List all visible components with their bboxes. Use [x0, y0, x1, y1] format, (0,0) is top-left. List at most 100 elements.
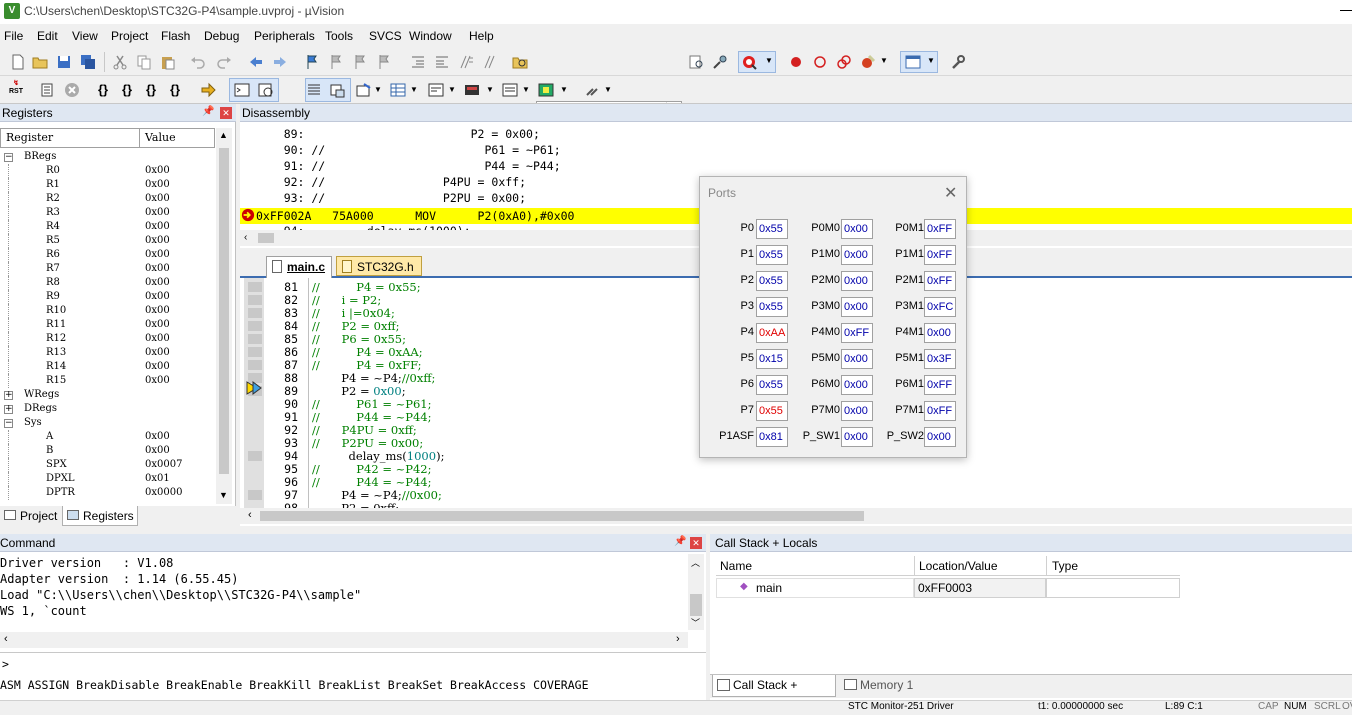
- close-icon[interactable]: ✕: [944, 183, 957, 203]
- serial-window-icon[interactable]: [464, 82, 480, 98]
- port-value-field[interactable]: 0x55: [756, 219, 788, 239]
- menu-help[interactable]: Help: [469, 29, 494, 43]
- port-value-field[interactable]: 0x00: [841, 375, 873, 395]
- chevron-down-icon[interactable]: ▼: [448, 85, 456, 94]
- code-line[interactable]: // i |=0x04;: [312, 306, 395, 320]
- menu-edit[interactable]: Edit: [37, 29, 58, 43]
- unindent-icon[interactable]: [434, 54, 450, 70]
- port-value-field[interactable]: 0xFF: [924, 245, 956, 265]
- bookmark-prev-icon[interactable]: [328, 54, 344, 70]
- port-value-field[interactable]: 0x55: [756, 401, 788, 421]
- port-value-field[interactable]: 0xFF: [924, 219, 956, 239]
- analysis-window-icon[interactable]: [502, 82, 518, 98]
- register-row[interactable]: R9 0x00: [0, 290, 216, 304]
- code-line[interactable]: delay_ms(1000);: [312, 449, 445, 463]
- code-line[interactable]: // P2 = 0xff;: [312, 319, 400, 333]
- location-column-header[interactable]: Location/Value: [919, 559, 998, 573]
- disassembly-line[interactable]: 89: P2 = 0x00;: [256, 126, 540, 142]
- port-value-field[interactable]: 0x81: [756, 427, 788, 447]
- type-column-header[interactable]: Type: [1052, 559, 1078, 573]
- command-window-icon[interactable]: [234, 82, 250, 98]
- tree-group-dregs_label[interactable]: + DRegs: [0, 402, 216, 416]
- register-row[interactable]: R6 0x00: [0, 248, 216, 262]
- tab-memory-1[interactable]: Memory 1: [840, 675, 920, 695]
- port-value-field[interactable]: 0x00: [841, 297, 873, 317]
- register-column-header[interactable]: Register: [0, 128, 140, 148]
- tab-callstack-locals[interactable]: Call Stack + Locals: [712, 675, 836, 712]
- scroll-left-icon[interactable]: ‹: [248, 509, 252, 521]
- register-row[interactable]: R8 0x00: [0, 276, 216, 290]
- tab-project[interactable]: Project: [0, 506, 62, 526]
- window-layout-button[interactable]: ▼: [900, 51, 938, 73]
- undo-icon[interactable]: [190, 54, 206, 70]
- register-row[interactable]: R3 0x00: [0, 206, 216, 220]
- code-line[interactable]: // P2PU = 0x00;: [312, 436, 423, 450]
- pin-icon[interactable]: 📌: [202, 106, 214, 117]
- tab-registers[interactable]: Registers: [62, 506, 138, 526]
- menu-debug[interactable]: Debug: [204, 29, 239, 43]
- port-value-field[interactable]: 0x15: [756, 349, 788, 369]
- port-value-field[interactable]: 0x55: [756, 375, 788, 395]
- find-icon[interactable]: [688, 54, 704, 70]
- menu-tools[interactable]: Tools: [325, 29, 353, 43]
- scroll-up-icon[interactable]: ︿: [691, 556, 700, 569]
- call-stack-window-icon[interactable]: [356, 82, 372, 98]
- code-line[interactable]: P4 = ~P4;//0x00;: [312, 488, 442, 502]
- chevron-down-icon[interactable]: ▼: [604, 85, 612, 94]
- code-line[interactable]: // P4PU = 0xff;: [312, 423, 417, 437]
- port-value-field[interactable]: 0xFF: [924, 375, 956, 395]
- bookmark-clear-icon[interactable]: [376, 54, 392, 70]
- incremental-find-icon[interactable]: [712, 54, 728, 70]
- scroll-right-icon[interactable]: ›: [676, 633, 680, 645]
- port-value-field[interactable]: 0x00: [924, 323, 956, 343]
- expand-toggle-icon[interactable]: +: [4, 391, 13, 400]
- minimize-icon[interactable]: [1340, 10, 1352, 11]
- bookmark-icon[interactable]: [304, 54, 320, 70]
- disassembly-line[interactable]: 92: // P4PU = 0xff;: [256, 174, 526, 190]
- tree-group-bregs_label[interactable]: − BRegs: [0, 150, 216, 164]
- close-icon[interactable]: ✕: [220, 107, 232, 119]
- port-value-field[interactable]: 0x55: [756, 245, 788, 265]
- chevron-down-icon[interactable]: ▼: [522, 85, 530, 94]
- menu-peripherals[interactable]: Peripherals: [254, 29, 315, 43]
- nav-back-icon[interactable]: [248, 54, 264, 70]
- breakpoint-disable-all-icon[interactable]: [836, 54, 852, 70]
- chevron-down-icon[interactable]: ▼: [374, 85, 382, 94]
- register-row[interactable]: B 0x00: [0, 444, 216, 458]
- paste-icon[interactable]: [160, 54, 176, 70]
- tab-main-c[interactable]: main.c: [266, 256, 332, 278]
- register-row[interactable]: R7 0x00: [0, 262, 216, 276]
- save-all-icon[interactable]: [80, 54, 96, 70]
- port-value-field[interactable]: 0xFF: [924, 401, 956, 421]
- breakpoint-enable-icon[interactable]: [812, 54, 828, 70]
- command-hscroll[interactable]: ‹ ›: [0, 632, 688, 648]
- run-to-cursor-icon[interactable]: {}: [170, 82, 180, 97]
- value-column-header[interactable]: Value: [139, 128, 215, 148]
- command-input[interactable]: >: [0, 652, 706, 672]
- pin-icon[interactable]: 📌: [674, 536, 686, 547]
- port-value-field[interactable]: 0xFF: [924, 271, 956, 291]
- menu-svcs[interactable]: SVCS: [369, 29, 402, 43]
- copy-icon[interactable]: [136, 54, 152, 70]
- disassembly-line[interactable]: 90: // P61 = ~P61;: [256, 142, 561, 158]
- editor-hscroll[interactable]: ‹: [240, 508, 1352, 524]
- new-file-icon[interactable]: [10, 54, 26, 70]
- watch-window-icon[interactable]: [390, 82, 406, 98]
- indent-icon[interactable]: [410, 54, 426, 70]
- open-folder-icon[interactable]: [32, 54, 48, 70]
- code-line[interactable]: // P61 = ~P61;: [312, 397, 432, 411]
- port-value-field[interactable]: 0x00: [841, 219, 873, 239]
- table-row[interactable]: ◆ main 0xFF0003: [716, 578, 1180, 598]
- tree-group-sys_label[interactable]: − Sys: [0, 416, 216, 430]
- scroll-thumb[interactable]: [219, 148, 229, 474]
- menu-flash[interactable]: Flash: [161, 29, 190, 43]
- register-row[interactable]: R1 0x00: [0, 178, 216, 192]
- scroll-thumb[interactable]: [690, 594, 702, 616]
- name-column-header[interactable]: Name: [720, 559, 752, 573]
- scroll-thumb[interactable]: [260, 511, 864, 521]
- scroll-up-icon[interactable]: ▲: [219, 130, 228, 140]
- breakpoint-insert-icon[interactable]: [788, 54, 804, 70]
- close-icon[interactable]: ✕: [690, 537, 702, 549]
- tab-stc32g-h[interactable]: STC32G.h: [336, 256, 422, 276]
- redo-icon[interactable]: [216, 54, 232, 70]
